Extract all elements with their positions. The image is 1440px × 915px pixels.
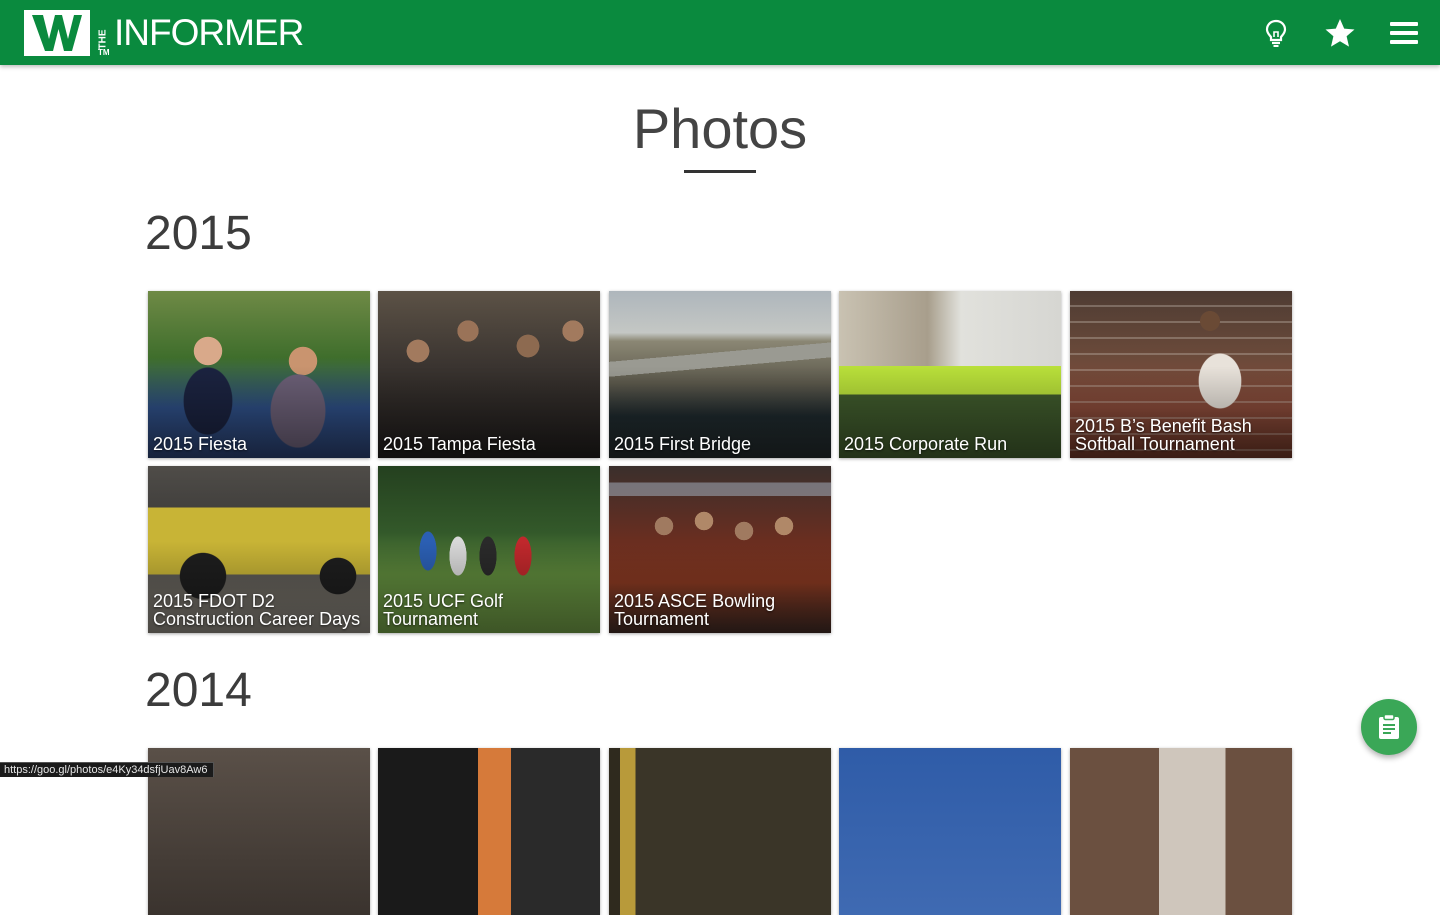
logo-the: THE	[97, 29, 109, 49]
album-tile[interactable]	[839, 748, 1061, 915]
menu-icon[interactable]	[1387, 16, 1421, 50]
album-shade	[148, 291, 370, 458]
album-tile[interactable]: 2015 FDOT D2 Construction Career Days	[148, 466, 370, 633]
album-caption: 2015 Tampa Fiesta	[383, 434, 536, 454]
album-tile[interactable]	[609, 748, 831, 915]
album-tile[interactable]	[1070, 748, 1292, 915]
album-caption: 2015 Corporate Run	[844, 434, 1008, 454]
album-shade	[839, 291, 1061, 458]
lightbulb-icon[interactable]	[1259, 16, 1293, 50]
album-caption: 2015 ASCE Bowling Tournament	[614, 591, 776, 629]
album-tile[interactable]: 2015 B’s Benefit Bash Softball Tournamen…	[1070, 291, 1292, 458]
year-heading-2015: 2015	[145, 207, 252, 260]
album-caption: 2015 FDOT D2 Construction Career Days	[153, 591, 361, 629]
star-icon[interactable]	[1323, 16, 1357, 50]
album-photo	[1070, 748, 1292, 915]
logo-w-mark	[24, 10, 90, 56]
year-heading-2014: 2014	[145, 664, 252, 717]
album-tile[interactable]: 2015 Tampa Fiesta	[378, 291, 600, 458]
album-shade	[378, 291, 600, 458]
informer-logo[interactable]: THE INFORMER TM	[24, 10, 304, 57]
logo-wordmark: INFORMER	[114, 12, 304, 53]
album-caption: 2015 UCF Golf Tournament	[383, 591, 504, 629]
album-shade	[609, 291, 831, 458]
album-photo	[609, 748, 831, 915]
album-tile[interactable]	[378, 748, 600, 915]
album-tile[interactable]: 2015 Corporate Run	[839, 291, 1061, 458]
album-photo	[378, 748, 600, 915]
album-caption: 2015 B’s Benefit Bash Softball Tournamen…	[1075, 416, 1252, 454]
link-status-bar: https://goo.gl/photos/e4Ky34dsfjUav8Aw6	[0, 762, 215, 777]
top-navigation-bar: THE INFORMER TM	[0, 0, 1440, 65]
clipboard-icon	[1379, 714, 1399, 739]
album-photo	[839, 748, 1061, 915]
page-title: Photos	[632, 97, 808, 160]
album-tile[interactable]: 2015 First Bridge	[609, 291, 831, 458]
logo-trademark: TM	[98, 48, 110, 57]
clipboard-fab-button[interactable]	[1361, 699, 1417, 755]
album-tile[interactable]: 2015 UCF Golf Tournament	[378, 466, 600, 633]
album-caption: 2015 Fiesta	[153, 434, 248, 454]
album-tile[interactable]: 2015 Fiesta	[148, 291, 370, 458]
title-underline	[684, 170, 756, 173]
album-caption: 2015 First Bridge	[614, 434, 752, 454]
album-tile[interactable]: 2015 ASCE Bowling Tournament	[609, 466, 831, 633]
